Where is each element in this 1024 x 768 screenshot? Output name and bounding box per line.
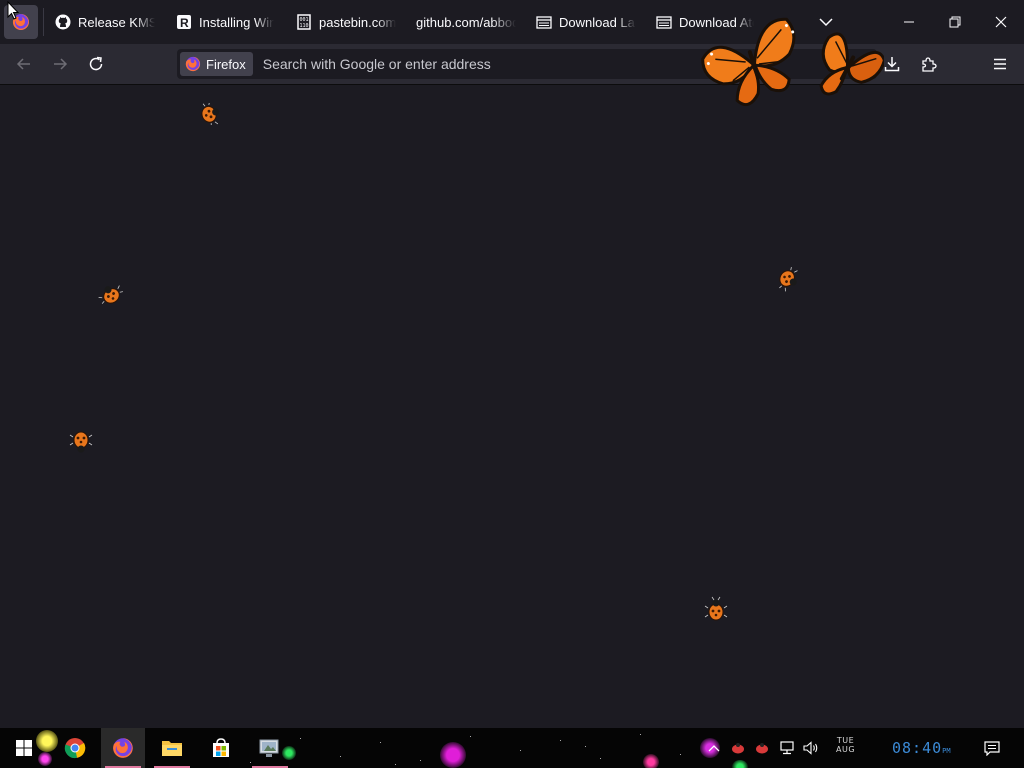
glow-orb: [440, 742, 466, 768]
arrow-right-icon: [54, 58, 68, 70]
screensaver-app-icon: [259, 739, 279, 757]
minimize-button[interactable]: [886, 0, 932, 44]
star-dot: [600, 758, 601, 759]
star-dot: [300, 738, 301, 739]
restore-button[interactable]: [932, 0, 978, 44]
github-icon: [55, 14, 71, 30]
microsoft-store-icon: [213, 738, 229, 757]
date-line-day: TUE: [836, 736, 855, 745]
butterfly-icon: [701, 17, 796, 107]
star-dot: [520, 750, 521, 751]
pastebin-icon: 001 110: [296, 14, 312, 30]
svg-text:110: 110: [300, 23, 309, 29]
chrome-icon: [64, 738, 86, 759]
star-dot: [560, 740, 561, 741]
reload-icon: [89, 56, 103, 71]
ladybug-tray-icon: [756, 743, 768, 754]
puzzle-piece-icon: [922, 57, 937, 72]
taskbar-firefox[interactable]: [101, 728, 145, 768]
clock-suffix: PM: [942, 747, 951, 755]
tab-label: github.com/abbodi: [416, 14, 516, 30]
windows-start-icon: [16, 740, 32, 756]
chevron-up-icon: [708, 745, 720, 752]
tray-date[interactable]: TUE AUG: [836, 736, 855, 754]
action-center-button[interactable]: [978, 728, 1006, 768]
notification-icon: [984, 740, 1000, 756]
firefox-icon: [113, 738, 133, 758]
app-menu-button[interactable]: [986, 50, 1014, 78]
tab-label: Installing Windows: [199, 14, 274, 30]
forward-button[interactable]: [46, 50, 74, 78]
ladybug-icon: [704, 596, 728, 621]
identity-label: Firefox: [206, 56, 246, 72]
ladybug-icon: [201, 103, 220, 125]
firefox-icon: [185, 56, 201, 72]
back-button[interactable]: [10, 50, 38, 78]
page-content: [0, 85, 1024, 728]
ladybug-icon: [779, 267, 798, 292]
show-hidden-icons-button[interactable]: [704, 728, 724, 768]
tab-separator: [43, 8, 44, 36]
ladybug-tray-icon: [732, 743, 744, 754]
reload-button[interactable]: [82, 50, 110, 78]
tab-pastebin[interactable]: 001 110 pastebin.com/: [296, 8, 396, 36]
r-logo-icon: R: [176, 14, 192, 30]
close-icon: [995, 16, 1007, 28]
tab-label: Download Ladybugs: [559, 14, 636, 30]
mouse-cursor-icon: [7, 1, 20, 20]
taskbar-microsoft-store[interactable]: [199, 728, 243, 768]
tray-ladybug-app[interactable]: [728, 728, 748, 768]
taskbar-screensaver-app[interactable]: [248, 728, 292, 768]
restore-icon: [949, 16, 961, 28]
tab-github-abbodi[interactable]: github.com/abbodi: [416, 8, 516, 36]
glow-orb: [643, 754, 659, 768]
ladybug-icon: [69, 431, 93, 453]
tab-installing-windows[interactable]: R Installing Windows: [176, 8, 274, 36]
svg-text:R: R: [180, 16, 189, 29]
hamburger-menu-icon: [994, 58, 1006, 70]
star-dot: [585, 746, 586, 747]
tab-release-kmspico[interactable]: Release KMSpico: [55, 8, 155, 36]
star-dot: [395, 764, 396, 765]
download-icon: [884, 57, 900, 72]
tab-label: pastebin.com/: [319, 14, 396, 30]
close-window-button[interactable]: [978, 0, 1024, 44]
taskbar-file-explorer[interactable]: [150, 728, 194, 768]
star-dot: [680, 754, 681, 755]
speaker-icon: [803, 741, 818, 755]
start-button[interactable]: [2, 728, 46, 768]
windows-taskbar: TUE AUG 08:40PM: [0, 728, 1024, 768]
tray-ladybug-app-2[interactable]: [752, 728, 772, 768]
volume-tray-button[interactable]: [800, 728, 824, 768]
network-tray-button[interactable]: [776, 728, 798, 768]
tray-clock[interactable]: 08:40PM: [892, 739, 951, 757]
document-icon: [536, 14, 552, 30]
star-dot: [640, 734, 641, 735]
extensions-button[interactable]: [915, 50, 943, 78]
arrow-left-icon: [16, 58, 30, 70]
butterfly-icon: [819, 32, 884, 96]
star-dot: [420, 760, 421, 761]
tab-download-ladybugs[interactable]: Download Ladybugs: [536, 8, 636, 36]
date-line-month: AUG: [836, 745, 856, 754]
minimize-icon: [904, 21, 914, 23]
star-dot: [380, 742, 381, 743]
taskbar-chrome[interactable]: [53, 728, 97, 768]
network-icon: [780, 741, 794, 755]
tab-label: Release KMSpico: [78, 14, 155, 30]
document-icon: [656, 14, 672, 30]
clock-time: 08:40: [892, 739, 943, 757]
file-explorer-icon: [162, 741, 182, 756]
ladybug-icon: [98, 285, 123, 304]
identity-box[interactable]: Firefox: [180, 52, 253, 76]
star-dot: [470, 736, 471, 737]
star-dot: [340, 756, 341, 757]
